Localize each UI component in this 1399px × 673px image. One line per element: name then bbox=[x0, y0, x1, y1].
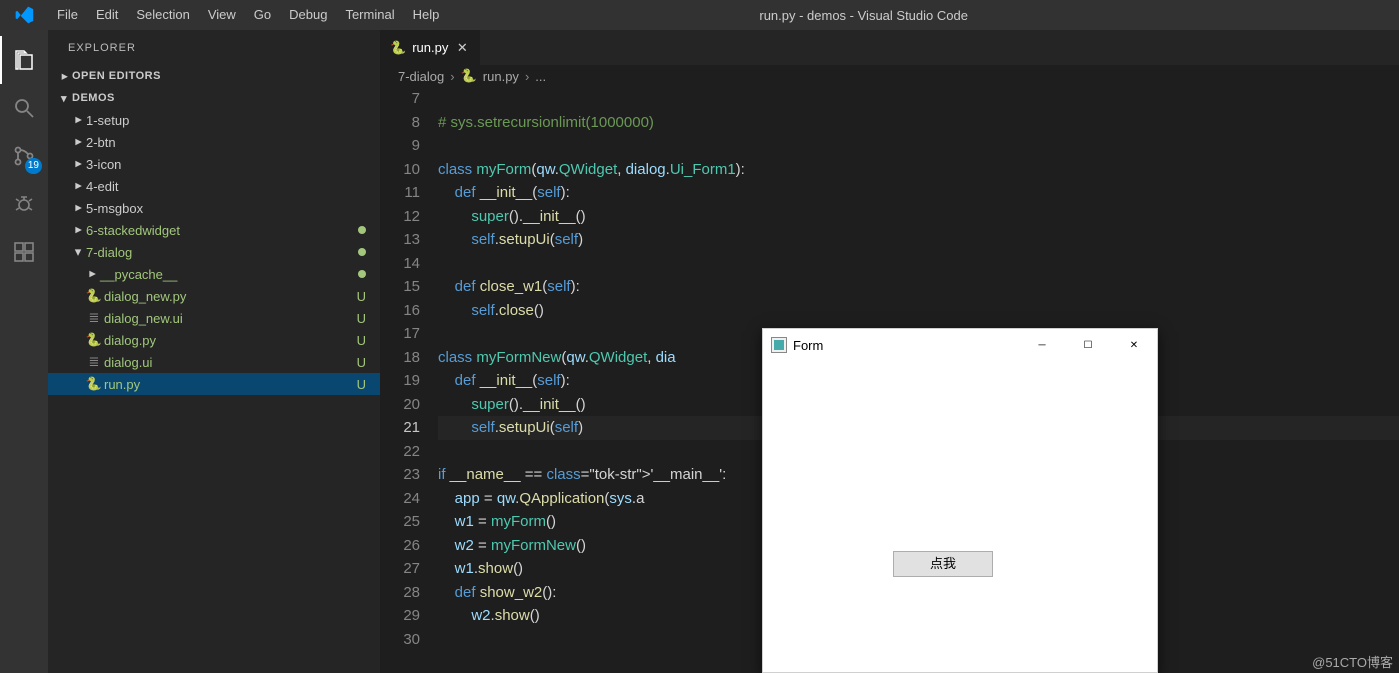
open-editors-section[interactable]: ▾ OPEN EDITORS bbox=[48, 65, 380, 87]
chevron-right-icon: ▾ bbox=[70, 112, 86, 128]
menu-terminal[interactable]: Terminal bbox=[336, 0, 403, 30]
activity-search[interactable] bbox=[0, 84, 48, 132]
folder-5-msgbox[interactable]: ▾5-msgbox bbox=[48, 197, 380, 219]
git-status-untracked: U bbox=[357, 311, 366, 326]
breadcrumbs[interactable]: 7-dialog › 🐍 run.py › ... bbox=[380, 65, 1399, 87]
chevron-right-icon: ▾ bbox=[70, 156, 86, 172]
form-titlebar[interactable]: Form ─ ☐ ✕ bbox=[763, 329, 1157, 361]
close-icon[interactable]: ✕ bbox=[454, 40, 470, 56]
form-window[interactable]: Form ─ ☐ ✕ 点我 bbox=[762, 328, 1158, 673]
scm-badge: 19 bbox=[25, 158, 42, 174]
activity-debug[interactable] bbox=[0, 180, 48, 228]
chevron-right-icon: ▾ bbox=[70, 222, 86, 238]
python-file-icon: 🐍 bbox=[461, 68, 477, 84]
modified-dot-icon bbox=[358, 248, 366, 256]
menu-file[interactable]: File bbox=[48, 0, 87, 30]
open-editors-label: OPEN EDITORS bbox=[72, 70, 161, 82]
chevron-right-icon: ▾ bbox=[70, 178, 86, 194]
menu-view[interactable]: View bbox=[199, 0, 245, 30]
chevron-down-icon: ▾ bbox=[70, 244, 86, 260]
python-file-icon: 🐍 bbox=[84, 332, 104, 348]
chevron-down-icon: ▾ bbox=[56, 92, 72, 105]
modified-dot-icon bbox=[358, 270, 366, 278]
menu-debug[interactable]: Debug bbox=[280, 0, 336, 30]
chevron-right-icon: › bbox=[525, 69, 529, 84]
menu-help[interactable]: Help bbox=[404, 0, 449, 30]
folder-3-icon[interactable]: ▾3-icon bbox=[48, 153, 380, 175]
git-status-untracked: U bbox=[357, 289, 366, 304]
activity-bar: 19 bbox=[0, 30, 48, 673]
python-file-icon: 🐍 bbox=[84, 288, 104, 304]
root-label: DEMOS bbox=[72, 92, 115, 104]
file-run-py[interactable]: 🐍run.pyU bbox=[48, 373, 380, 395]
chevron-right-icon: ▾ bbox=[70, 200, 86, 216]
activity-explorer[interactable] bbox=[0, 36, 48, 84]
folder-2-btn[interactable]: ▾2-btn bbox=[48, 131, 380, 153]
menu-selection[interactable]: Selection bbox=[127, 0, 198, 30]
vscode-logo-icon bbox=[0, 5, 48, 25]
python-file-icon: 🐍 bbox=[84, 376, 104, 392]
tab-run-py[interactable]: 🐍 run.py ✕ bbox=[380, 30, 481, 65]
breadcrumb-file[interactable]: run.py bbox=[483, 69, 519, 84]
file-dialog-new-ui[interactable]: ≣dialog_new.uiU bbox=[48, 307, 380, 329]
line-number-gutter: 7891011121314151617181920212223242526272… bbox=[380, 87, 438, 673]
folder-6-stackedwidget[interactable]: ▾6-stackedwidget bbox=[48, 219, 380, 241]
git-status-untracked: U bbox=[357, 333, 366, 348]
chevron-right-icon: › bbox=[450, 69, 454, 84]
workspace-root[interactable]: ▾ DEMOS bbox=[48, 87, 380, 109]
explorer-tree: ▾ OPEN EDITORS ▾ DEMOS ▾1-setup ▾2-btn ▾… bbox=[48, 65, 380, 673]
file-dialog-new-py[interactable]: 🐍dialog_new.pyU bbox=[48, 285, 380, 307]
form-title: Form bbox=[793, 338, 823, 353]
ui-file-icon: ≣ bbox=[84, 354, 104, 370]
git-status-untracked: U bbox=[357, 377, 366, 392]
folder-4-edit[interactable]: ▾4-edit bbox=[48, 175, 380, 197]
folder-7-dialog[interactable]: ▾7-dialog bbox=[48, 241, 380, 263]
chevron-right-icon: ▾ bbox=[70, 134, 86, 150]
breadcrumb-more[interactable]: ... bbox=[535, 69, 546, 84]
sidebar-title: EXPLORER bbox=[48, 30, 380, 65]
file-dialog-py[interactable]: 🐍dialog.pyU bbox=[48, 329, 380, 351]
python-file-icon: 🐍 bbox=[390, 40, 406, 56]
file-dialog-ui[interactable]: ≣dialog.uiU bbox=[48, 351, 380, 373]
minimize-button[interactable]: ─ bbox=[1019, 329, 1065, 361]
form-button[interactable]: 点我 bbox=[893, 551, 993, 577]
breadcrumb-folder[interactable]: 7-dialog bbox=[398, 69, 444, 84]
close-button[interactable]: ✕ bbox=[1111, 329, 1157, 361]
folder-pycache[interactable]: ▾__pycache__ bbox=[48, 263, 380, 285]
chevron-right-icon: ▾ bbox=[84, 266, 100, 282]
app-icon bbox=[771, 337, 787, 353]
activity-scm[interactable]: 19 bbox=[0, 132, 48, 180]
menubar: File Edit Selection View Go Debug Termin… bbox=[0, 0, 1399, 30]
modified-dot-icon bbox=[358, 226, 366, 234]
sidebar: EXPLORER ▾ OPEN EDITORS ▾ DEMOS ▾1-setup… bbox=[48, 30, 380, 673]
activity-extensions[interactable] bbox=[0, 228, 48, 276]
window-title: run.py - demos - Visual Studio Code bbox=[448, 8, 1399, 23]
editor-tabs: 🐍 run.py ✕ bbox=[380, 30, 1399, 65]
watermark: @51CTO博客 bbox=[1312, 652, 1393, 671]
git-status-untracked: U bbox=[357, 355, 366, 370]
menu-edit[interactable]: Edit bbox=[87, 0, 127, 30]
ui-file-icon: ≣ bbox=[84, 310, 104, 326]
maximize-button[interactable]: ☐ bbox=[1065, 329, 1111, 361]
tab-label: run.py bbox=[412, 40, 448, 55]
folder-1-setup[interactable]: ▾1-setup bbox=[48, 109, 380, 131]
chevron-right-icon: ▾ bbox=[58, 68, 71, 84]
menu-go[interactable]: Go bbox=[245, 0, 280, 30]
